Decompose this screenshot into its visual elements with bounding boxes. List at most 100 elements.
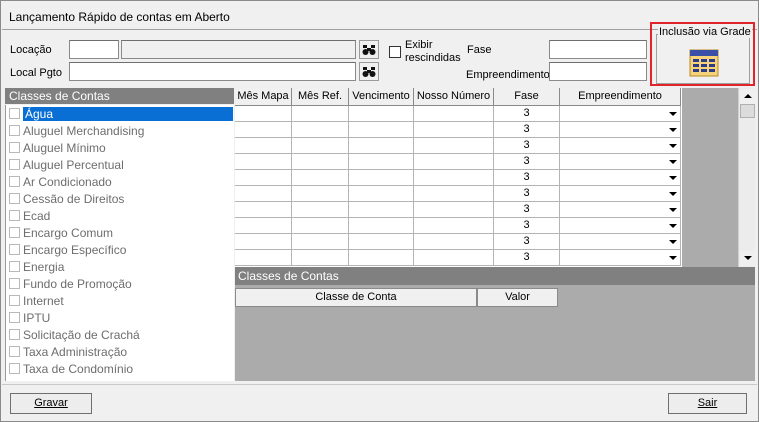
grid-cell[interactable] [235, 250, 292, 266]
list-item[interactable]: Encargo Comum [6, 224, 234, 241]
dropdown-arrow-icon[interactable] [669, 112, 677, 116]
grid-cell[interactable] [414, 106, 494, 122]
dropdown-arrow-icon[interactable] [669, 144, 677, 148]
classe-de-conta-header[interactable]: Classe de Conta [235, 288, 477, 307]
grid-cell[interactable] [292, 234, 349, 250]
grid-cell[interactable] [292, 122, 349, 138]
gravar-button[interactable]: Gravar [10, 393, 92, 414]
grid-cell[interactable]: 3 [494, 218, 560, 234]
grid-cell[interactable] [292, 106, 349, 122]
list-item-checkbox[interactable] [9, 125, 20, 136]
dropdown-arrow-icon[interactable] [669, 128, 677, 132]
grid-cell[interactable] [414, 234, 494, 250]
dropdown-arrow-icon[interactable] [669, 240, 677, 244]
list-item-checkbox[interactable] [9, 227, 20, 238]
grid-cell[interactable]: 3 [494, 170, 560, 186]
list-item-checkbox[interactable] [9, 346, 20, 357]
list-item-checkbox[interactable] [9, 244, 20, 255]
grid-cell[interactable] [292, 202, 349, 218]
grid-cell[interactable] [414, 154, 494, 170]
list-item-checkbox[interactable] [9, 142, 20, 153]
grid-cell[interactable] [560, 106, 681, 122]
grid-cell[interactable] [414, 138, 494, 154]
list-item[interactable]: Encargo Específico [6, 241, 234, 258]
dropdown-arrow-icon[interactable] [669, 160, 677, 164]
grid-cell[interactable] [349, 202, 414, 218]
grid-cell[interactable] [414, 250, 494, 266]
grid-cell[interactable]: 3 [494, 202, 560, 218]
valor-header[interactable]: Valor [477, 288, 558, 307]
grid-cell[interactable] [292, 154, 349, 170]
grid-cell[interactable] [349, 154, 414, 170]
grid-cell[interactable] [560, 218, 681, 234]
list-item-checkbox[interactable] [9, 295, 20, 306]
grid-scrollbar[interactable] [738, 88, 755, 267]
grid-cell[interactable]: 3 [494, 106, 560, 122]
empreendimento-input[interactable] [549, 62, 647, 81]
list-item-checkbox[interactable] [9, 312, 20, 323]
grid-cell[interactable] [414, 122, 494, 138]
exibir-rescindidas-checkbox[interactable] [389, 46, 401, 58]
locacao-search-button[interactable] [359, 40, 379, 59]
grid-cell[interactable] [235, 122, 292, 138]
dropdown-arrow-icon[interactable] [669, 176, 677, 180]
list-item[interactable]: IPTU [6, 309, 234, 326]
grid-header-cell[interactable]: Mês Mapa [235, 88, 292, 106]
grid-cell[interactable] [235, 202, 292, 218]
grid-cell[interactable] [349, 106, 414, 122]
local-pgto-input[interactable] [69, 62, 356, 81]
list-item-checkbox[interactable] [9, 193, 20, 204]
grid-cell[interactable] [560, 202, 681, 218]
grid-cell[interactable] [292, 186, 349, 202]
grid-cell[interactable] [292, 218, 349, 234]
dropdown-arrow-icon[interactable] [669, 192, 677, 196]
list-item[interactable]: Taxa Administração [6, 343, 234, 360]
grid-cell[interactable] [414, 218, 494, 234]
grid-header-cell[interactable]: Vencimento [349, 88, 414, 106]
list-item-checkbox[interactable] [9, 108, 20, 119]
list-item-checkbox[interactable] [9, 329, 20, 340]
grid-cell[interactable] [560, 170, 681, 186]
grid-cell[interactable] [349, 138, 414, 154]
list-item-checkbox[interactable] [9, 176, 20, 187]
grid-cell[interactable] [560, 154, 681, 170]
grid-cell[interactable] [235, 218, 292, 234]
grid-cell[interactable]: 3 [494, 138, 560, 154]
list-item[interactable]: Água [6, 105, 234, 122]
dropdown-arrow-icon[interactable] [669, 224, 677, 228]
grid-header-cell[interactable]: Fase [494, 88, 560, 106]
grid-cell[interactable] [349, 186, 414, 202]
grid-cell[interactable] [235, 186, 292, 202]
list-item[interactable]: Internet [6, 292, 234, 309]
locacao-code-input[interactable] [69, 40, 119, 59]
list-item-checkbox[interactable] [9, 261, 20, 272]
list-item-checkbox[interactable] [9, 278, 20, 289]
grid-cell[interactable] [292, 138, 349, 154]
grid-cell[interactable]: 3 [494, 186, 560, 202]
list-item[interactable]: Fundo de Promoção [6, 275, 234, 292]
list-item[interactable]: Aluguel Merchandising [6, 122, 234, 139]
list-item[interactable]: Solicitação de Crachá [6, 326, 234, 343]
grid-cell[interactable] [235, 170, 292, 186]
grid-cell[interactable] [414, 202, 494, 218]
scroll-down-button[interactable] [740, 251, 755, 266]
grid-cell[interactable] [292, 170, 349, 186]
dropdown-arrow-icon[interactable] [669, 208, 677, 212]
local-pgto-search-button[interactable] [359, 62, 379, 81]
list-item[interactable]: Ar Condicionado [6, 173, 234, 190]
fase-input[interactable] [549, 40, 647, 59]
grid-cell[interactable]: 3 [494, 234, 560, 250]
list-item[interactable]: Aluguel Percentual [6, 156, 234, 173]
scroll-thumb[interactable] [740, 104, 755, 118]
grid-header-cell[interactable]: Mês Ref. [292, 88, 349, 106]
list-item-checkbox[interactable] [9, 159, 20, 170]
list-item[interactable]: Energia [6, 258, 234, 275]
list-item[interactable]: Aluguel Mínimo [6, 139, 234, 156]
grid-header-cell[interactable]: Empreendimento [560, 88, 681, 106]
grid-header-cell[interactable]: Nosso Número [414, 88, 494, 106]
list-item-checkbox[interactable] [9, 210, 20, 221]
grade-button[interactable] [689, 49, 719, 77]
grid-cell[interactable] [235, 154, 292, 170]
grid-cell[interactable] [560, 186, 681, 202]
grid-cell[interactable] [235, 138, 292, 154]
